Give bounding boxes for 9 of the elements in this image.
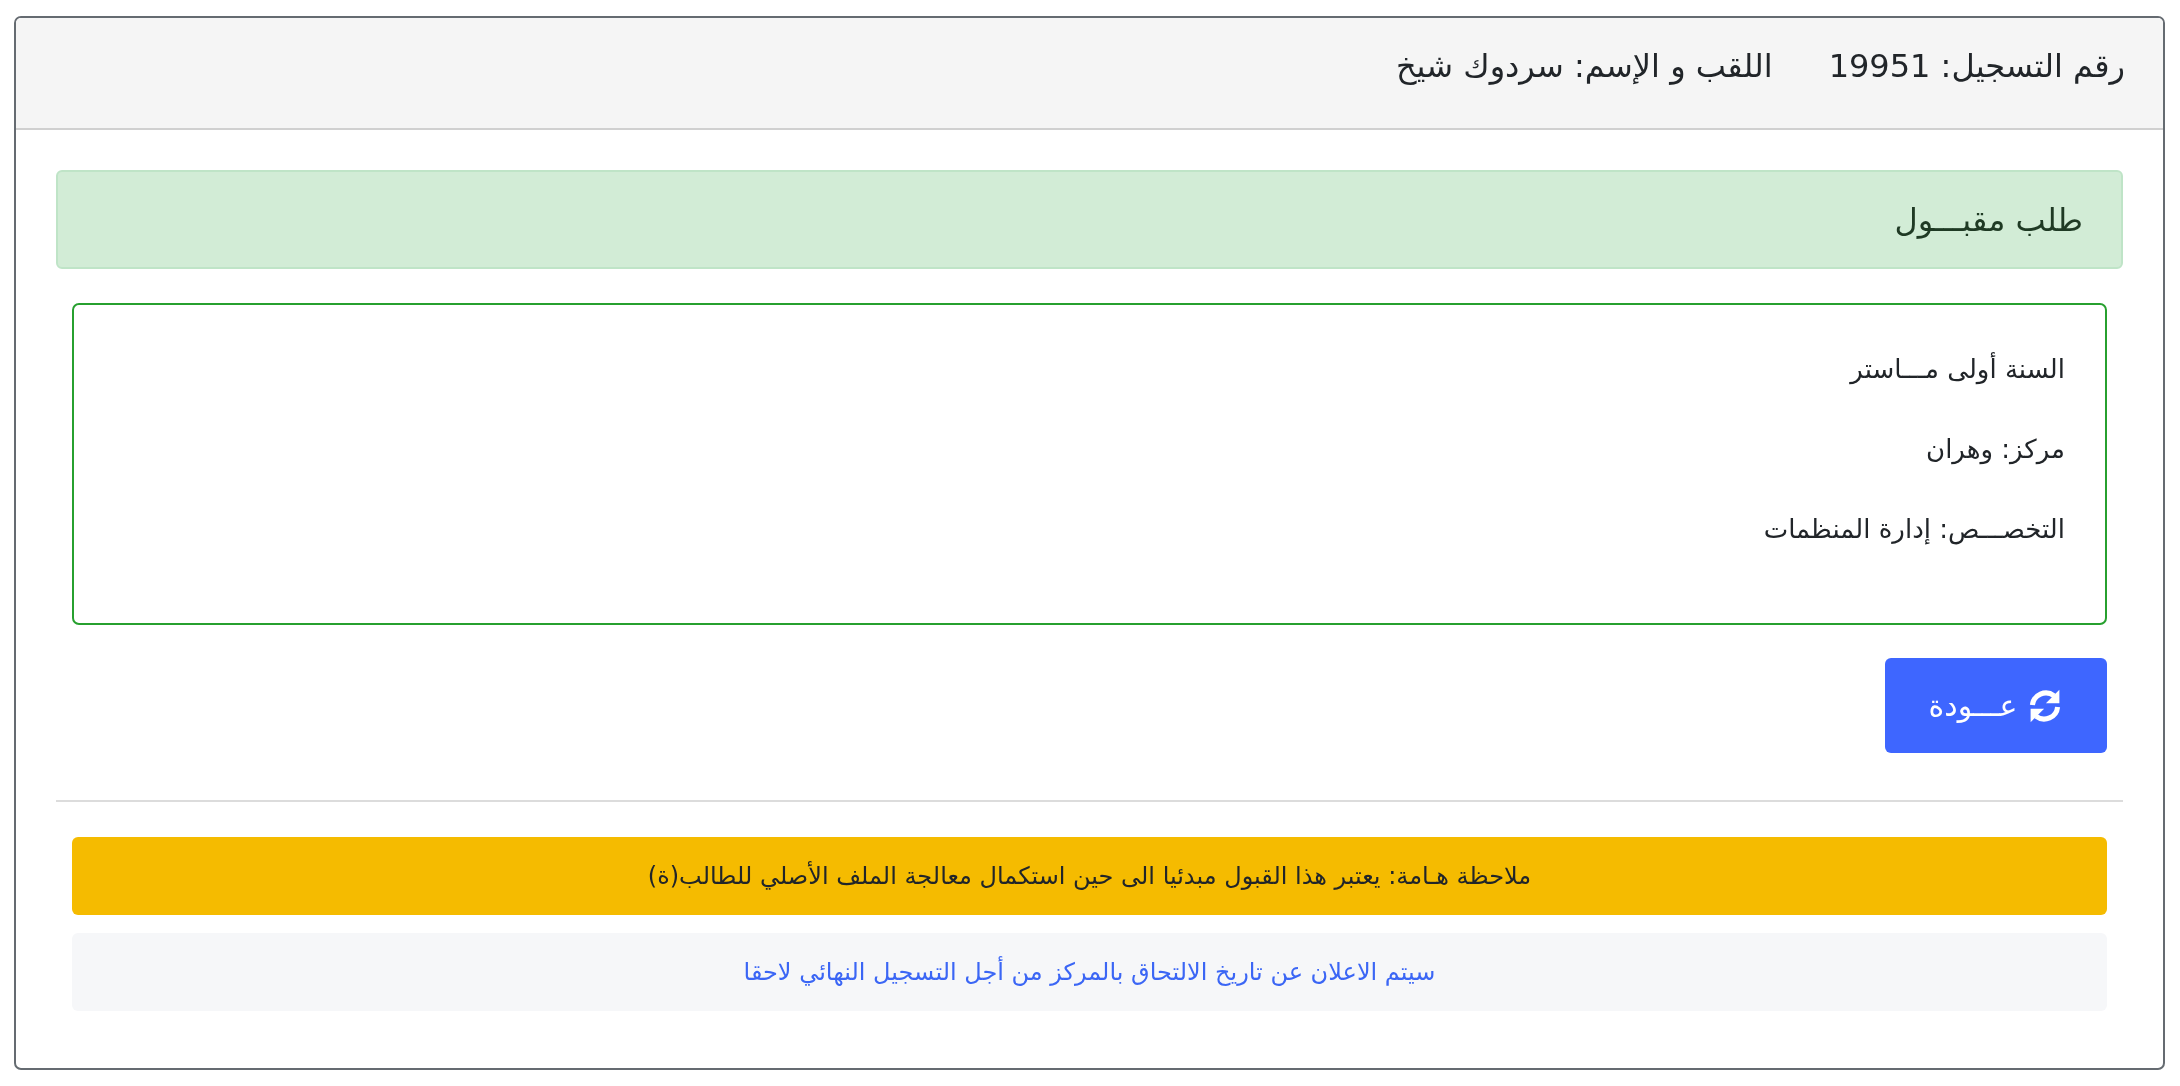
notice-text: سيتم الاعلان عن تاريخ الالتحاق بالمركز من أجل التسجيل النهائي لاحقا: [743, 958, 1436, 986]
detail-text: التخصـــص: إدارة المنظمات: [1762, 513, 2065, 546]
notice-text: ملاحظة هـامة: يعتبر هذا القبول مبدئيا الى حين استكمال معالجة الملف الأصلي للطالب(ة): [647, 862, 1532, 890]
back-button[interactable]: عـــودة: [1885, 658, 2107, 753]
status-text: طلب مقبـــول: [1894, 200, 2083, 239]
detail-text: مركز: وهران: [1925, 433, 2065, 466]
detail-text: السنة أولى مـــاستر: [1848, 352, 2065, 386]
header-field: اللقب و الإسم: سردوك شيخ: [1395, 47, 1773, 85]
header-field: رقم التسجيل: 19951: [1828, 47, 2125, 85]
